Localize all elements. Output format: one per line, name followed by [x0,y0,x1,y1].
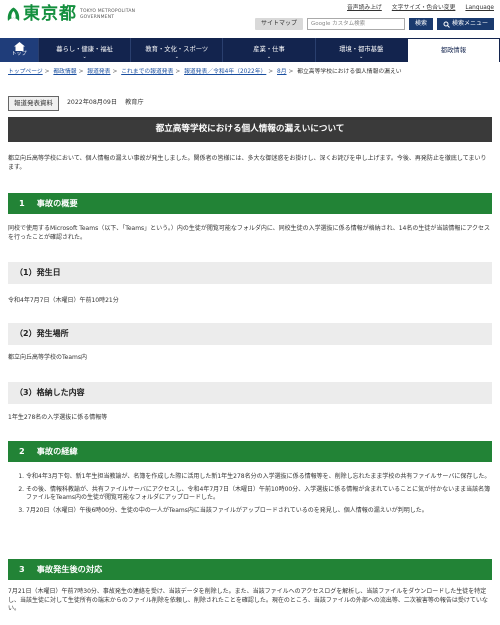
logo-english-line-1: TOKYO METROPOLITAN [80,9,136,15]
breadcrumb-link[interactable]: 8月 [277,69,287,75]
list-item: その後、情報科教諭が、共有ファイルサーバにアクセスし、令和4年7月7日（木曜日）… [26,486,492,503]
nav-item-environment[interactable]: 環境・都市基盤 ⌄ [314,38,407,62]
global-nav: トップ 暮らし・健康・福祉 ⌄ 教育・文化・スポーツ ⌄ 産業・仕事 ⌄ 環境・都市基… [0,38,500,62]
breadcrumb-link[interactable]: 都政情報 [53,69,76,75]
page-title: 都立高等学校における個人情報の漏えいについて [8,117,492,142]
search-input[interactable]: Google カスタム検索 [306,18,405,30]
site-header: 東京都 TOKYO METROPOLITAN GOVERNMENT 音声読み上げ… [0,0,500,38]
search-menu-label: 検索メニュー [451,20,488,27]
nav-home[interactable]: トップ [0,38,38,62]
breadcrumb-separator: > [175,69,181,75]
search-menu-button[interactable]: 検索メニュー [436,18,494,30]
section-number: 3 [19,563,25,574]
breadcrumb-link[interactable]: これまでの報道発表 [121,69,173,75]
chevron-down-icon: ⌄ [266,54,272,60]
subsection-heading-place: （2）発生場所 [8,323,492,345]
chevron-down-icon: ⌄ [359,54,364,60]
section-number: 2 [19,445,25,456]
subsection-heading-date: （1）発生日 [8,262,492,284]
breadcrumb-separator: > [288,69,294,75]
magnifier-icon [443,21,450,28]
search-button[interactable]: 検索 [408,18,433,30]
sitemap-button[interactable]: サイトマップ [254,18,303,30]
section-heading-1: 1 事故の概要 [8,193,492,214]
section-3-body: 7月21日（木曜日）午前7時30分、事故発生の連絡を受け、当該データを削除した。… [8,588,488,613]
section-heading-2: 2 事故の経緯 [8,441,492,462]
nav-item-industry[interactable]: 産業・仕事 ⌄ [222,38,314,62]
breadcrumb-separator: > [268,69,274,75]
site-logo[interactable]: 東京都 TOKYO METROPOLITAN GOVERNMENT [6,6,135,23]
logo-english-text: TOKYO METROPOLITAN GOVERNMENT [80,9,135,20]
department: 教育庁 [125,99,144,107]
incident-timeline-list: 令和4年3月下旬、新1年生担当教諭が、名簿を作成した際に活用した新1年生278名… [8,473,492,520]
language-link[interactable]: Language [465,4,494,12]
breadcrumb-link[interactable]: トップページ [8,69,43,75]
tokyo-emblem-icon [6,7,21,22]
utility-links: 音声読み上げ 文字サイズ・色合い変更 Language [347,4,494,12]
section-number: 1 [19,197,25,208]
press-release-badge: 報道発表資料 [8,96,59,112]
occurrence-date: 令和4年7月7日（木曜日）午前10時21分 [8,297,119,304]
page: 東京都 TOKYO METROPOLITAN GOVERNMENT 音声読み上げ… [0,0,500,625]
section-title: 事故の概要 [36,197,78,208]
section-1-body: 同校で使用するMicrosoft Teams（以下、「Teams」という。）内の… [8,225,491,241]
section-title: 事故発生後の対応 [36,563,103,574]
list-item: 令和4年3月下旬、新1年生担当教諭が、名簿を作成した際に活用した新1年生278名… [26,473,492,482]
nav-item-government[interactable]: 都政情報 [406,38,500,62]
breadcrumb-current: 都立高等学校における個人情報の漏えい [297,69,402,75]
breadcrumb-separator: > [78,69,84,75]
breadcrumb-separator: > [44,69,50,75]
release-date: 2022年08月09日 [67,99,118,107]
section-title: 事故の経緯 [36,445,78,456]
intro-text: 都立向丘高等学校において、個人情報の漏えい事故が発生しました。関係者の皆様には、… [8,155,487,171]
logo-japanese-text: 東京都 [23,4,77,24]
nav-item-living[interactable]: 暮らし・健康・福祉 ⌄ [38,38,130,62]
read-aloud-link[interactable]: 音声読み上げ [347,4,382,12]
breadcrumb-link[interactable]: 報道発表／令和4年（2022年） [184,69,266,75]
logo-english-line-2: GOVERNMENT [80,14,115,20]
header-tools: サイトマップ Google カスタム検索 検索 検索メニュー [254,18,494,30]
text-size-color-link[interactable]: 文字サイズ・色合い変更 [392,4,456,12]
press-meta: 報道発表資料 2022年08月09日 教育庁 [8,96,144,112]
stored-content: 1年生278名の入学選抜に係る情報等 [8,414,108,421]
occurrence-place: 都立向丘高等学校のTeams内 [8,354,87,361]
breadcrumb: トップページ > 都政情報 > 報道発表 > これまでの報道発表 > 報道発表／令和4年… [8,68,492,76]
section-heading-3: 3 事故発生後の対応 [8,559,492,580]
home-icon [13,41,25,51]
chevron-down-icon: ⌄ [82,54,87,60]
chevron-down-icon: ⌄ [174,54,179,60]
subsection-heading-content: （3）格納した内容 [8,382,492,404]
list-item: 7月20日（水曜日）午後6時00分、生徒の中の一人がTeams内に当該ファイルが… [26,507,492,516]
nav-item-education[interactable]: 教育・文化・スポーツ ⌄ [130,38,222,62]
breadcrumb-separator: > [112,69,118,75]
nav-item-label: 都政情報 [440,46,466,54]
breadcrumb-link[interactable]: 報道発表 [87,69,110,75]
nav-home-label: トップ [11,50,27,57]
